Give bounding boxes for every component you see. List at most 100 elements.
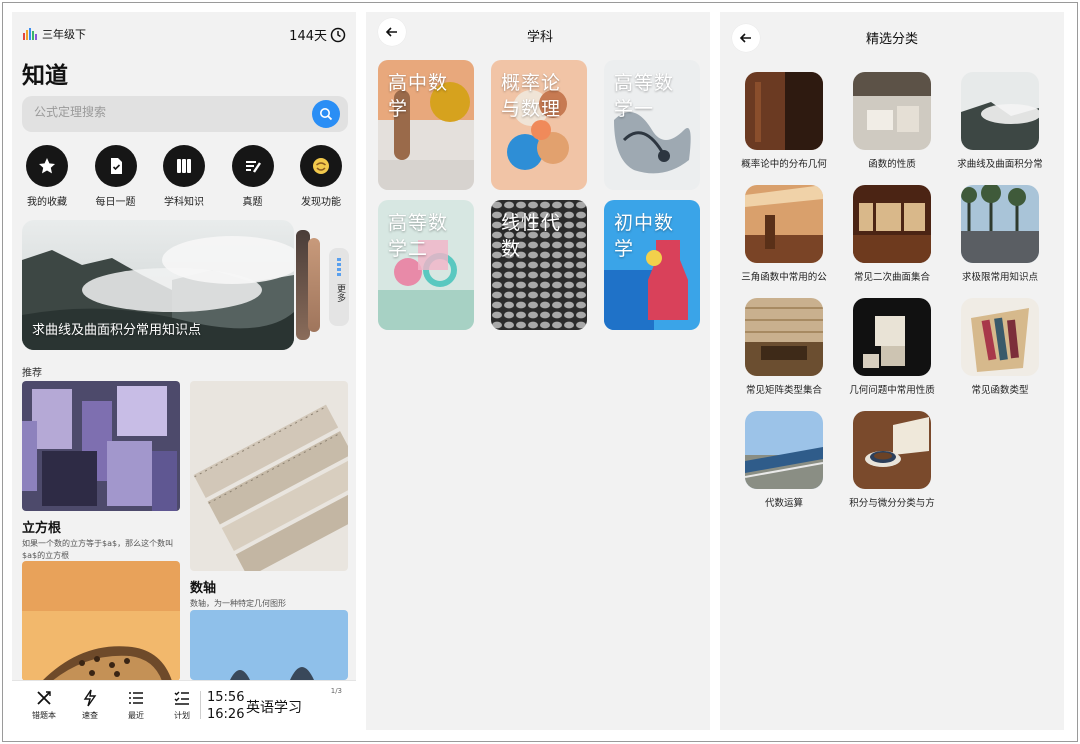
clock-icon (330, 27, 346, 42)
category-image (853, 298, 931, 376)
category-image (961, 72, 1039, 150)
leopard-image (22, 561, 180, 681)
books-icon (163, 145, 205, 187)
category-label: 常见矩阵类型集合 (745, 385, 822, 396)
carousel-next-card[interactable] (308, 238, 320, 332)
category-item[interactable]: 函数的性质 (840, 72, 944, 170)
divider (200, 691, 201, 719)
star-icon (26, 145, 68, 187)
schedule-times[interactable]: 15:56 16:26 (207, 689, 244, 723)
recommend-card[interactable]: 数轴 数轴，为一种特定几何图形 (190, 381, 348, 610)
more-button[interactable]: 更多 (329, 248, 349, 326)
category-label: 求极限常用知识点 (961, 272, 1038, 283)
subject-card[interactable]: 高中数学 (378, 60, 474, 190)
category-item[interactable]: 积分与微分分类与方 (840, 411, 944, 509)
category-label: 概率论中的分布几何 (741, 159, 827, 170)
nav-quick-lookup[interactable]: 速查 (70, 689, 110, 721)
carousel-indicator (337, 258, 341, 276)
subject-name: 线性代数 (501, 212, 562, 260)
category-item[interactable]: 三角函数中常用的公 (732, 185, 836, 283)
quick-knowledge[interactable]: 学科知识 (155, 145, 213, 211)
search-icon (320, 108, 333, 121)
category-item[interactable]: 常见矩阵类型集合 (732, 298, 836, 396)
category-label: 三角函数中常用的公 (741, 272, 827, 283)
schedule-course[interactable]: 英语学习 (246, 697, 302, 717)
crystal-image (22, 381, 180, 511)
category-item[interactable]: 常见二次曲面集合 (840, 185, 944, 283)
category-item[interactable]: 求曲线及曲面积分常 (948, 72, 1052, 170)
wrong-book-icon (37, 691, 51, 705)
search-bar (22, 96, 348, 132)
skyline-image (190, 610, 348, 680)
recommend-title: 数轴 (190, 581, 217, 596)
nav-label: 错题本 (32, 711, 56, 720)
quick-exams[interactable]: 真题 (224, 145, 282, 211)
arrow-left-icon (385, 27, 397, 37)
quick-label: 学科知识 (164, 197, 204, 208)
category-image (745, 411, 823, 489)
page-title: 学科 (527, 30, 554, 45)
nav-wrong-book[interactable]: 错题本 (24, 689, 64, 721)
category-image (961, 298, 1039, 376)
category-item[interactable]: 常见函数类型 (948, 298, 1052, 396)
nav-label: 最近 (128, 711, 144, 720)
quick-daily[interactable]: 每日一题 (87, 145, 145, 211)
home-screen: 三年级下 144天 知道 我的收藏 (12, 12, 356, 730)
subject-name: 初中数学 (614, 212, 675, 260)
search-input[interactable] (34, 105, 294, 119)
subject-card[interactable]: 高等数学二 (378, 200, 474, 330)
quick-favorites[interactable]: 我的收藏 (18, 145, 76, 211)
category-label: 几何问题中常用性质 (849, 385, 935, 396)
exam-icon (231, 145, 274, 187)
quick-label: 我的收藏 (27, 197, 67, 208)
category-item[interactable]: 代数运算 (732, 411, 836, 509)
recommend-card[interactable] (190, 610, 348, 680)
lightning-icon (83, 689, 97, 707)
schedule-end: 16:26 (207, 707, 245, 722)
study-days[interactable]: 144天 (289, 25, 346, 44)
recommend-card[interactable]: 立方根 如果一个数的立方等于$a$，那么这个数叫$a$的立方根 (22, 381, 180, 562)
subject-name: 高等数学二 (388, 212, 449, 260)
category-image (853, 72, 931, 150)
ruler-image (190, 381, 348, 571)
subject-card[interactable]: 初中数学 (604, 200, 700, 330)
discover-icon (300, 145, 342, 187)
recommend-desc: 如果一个数的立方等于$a$，那么这个数叫$a$的立方根 (22, 539, 174, 560)
nav-plan[interactable]: 计划 (162, 689, 202, 721)
schedule-pager: 1/3 (330, 687, 342, 695)
subject-card[interactable]: 高等数学一 (604, 60, 700, 190)
back-button[interactable] (732, 24, 760, 52)
subject-name: 高等数学一 (614, 72, 675, 120)
daily-question-icon (94, 145, 137, 187)
subject-card[interactable]: 线性代数 (491, 200, 587, 330)
featured-banner[interactable]: 求曲线及曲面积分常用知识点 (22, 220, 294, 350)
category-label: 常见函数类型 (971, 385, 1029, 396)
quick-label: 每日一题 (95, 197, 136, 208)
category-image (961, 185, 1039, 263)
subject-name: 高中数学 (388, 72, 449, 120)
subject-card[interactable]: 概率论与数理 (491, 60, 587, 190)
category-image (745, 185, 823, 263)
quick-discover[interactable]: 发现功能 (292, 145, 350, 211)
quick-actions: 我的收藏 每日一题 学科知识 真题 发现功能 (18, 145, 350, 211)
recommend-card[interactable] (22, 561, 180, 681)
quick-label: 发现功能 (301, 197, 341, 208)
recommend-title: 立方根 (22, 521, 62, 536)
bottom-bar: 错题本 速查 最近 计划 15:56 16:26 英语学习 1/3 (12, 680, 356, 730)
category-label: 求曲线及曲面积分常 (957, 159, 1043, 170)
category-image (745, 72, 823, 150)
recommend-heading: 推荐 (22, 368, 42, 379)
grade-label: 三年级下 (42, 28, 86, 41)
nav-label: 计划 (174, 711, 190, 720)
category-item[interactable]: 概率论中的分布几何 (732, 72, 836, 170)
category-item[interactable]: 几何问题中常用性质 (840, 298, 944, 396)
nav-recent[interactable]: 最近 (116, 689, 156, 721)
category-item[interactable]: 求极限常用知识点 (948, 185, 1052, 283)
page-title: 精选分类 (866, 32, 919, 47)
subjects-screen: 学科 高中数学 概率论与数理 高等数学一 高等数学二 线性代数 初中数学 (366, 12, 710, 730)
plan-icon (174, 691, 189, 705)
back-button[interactable] (378, 18, 406, 46)
search-button[interactable] (312, 100, 340, 128)
arrow-left-icon (739, 33, 751, 43)
grade-selector[interactable]: 三年级下 (22, 26, 86, 42)
